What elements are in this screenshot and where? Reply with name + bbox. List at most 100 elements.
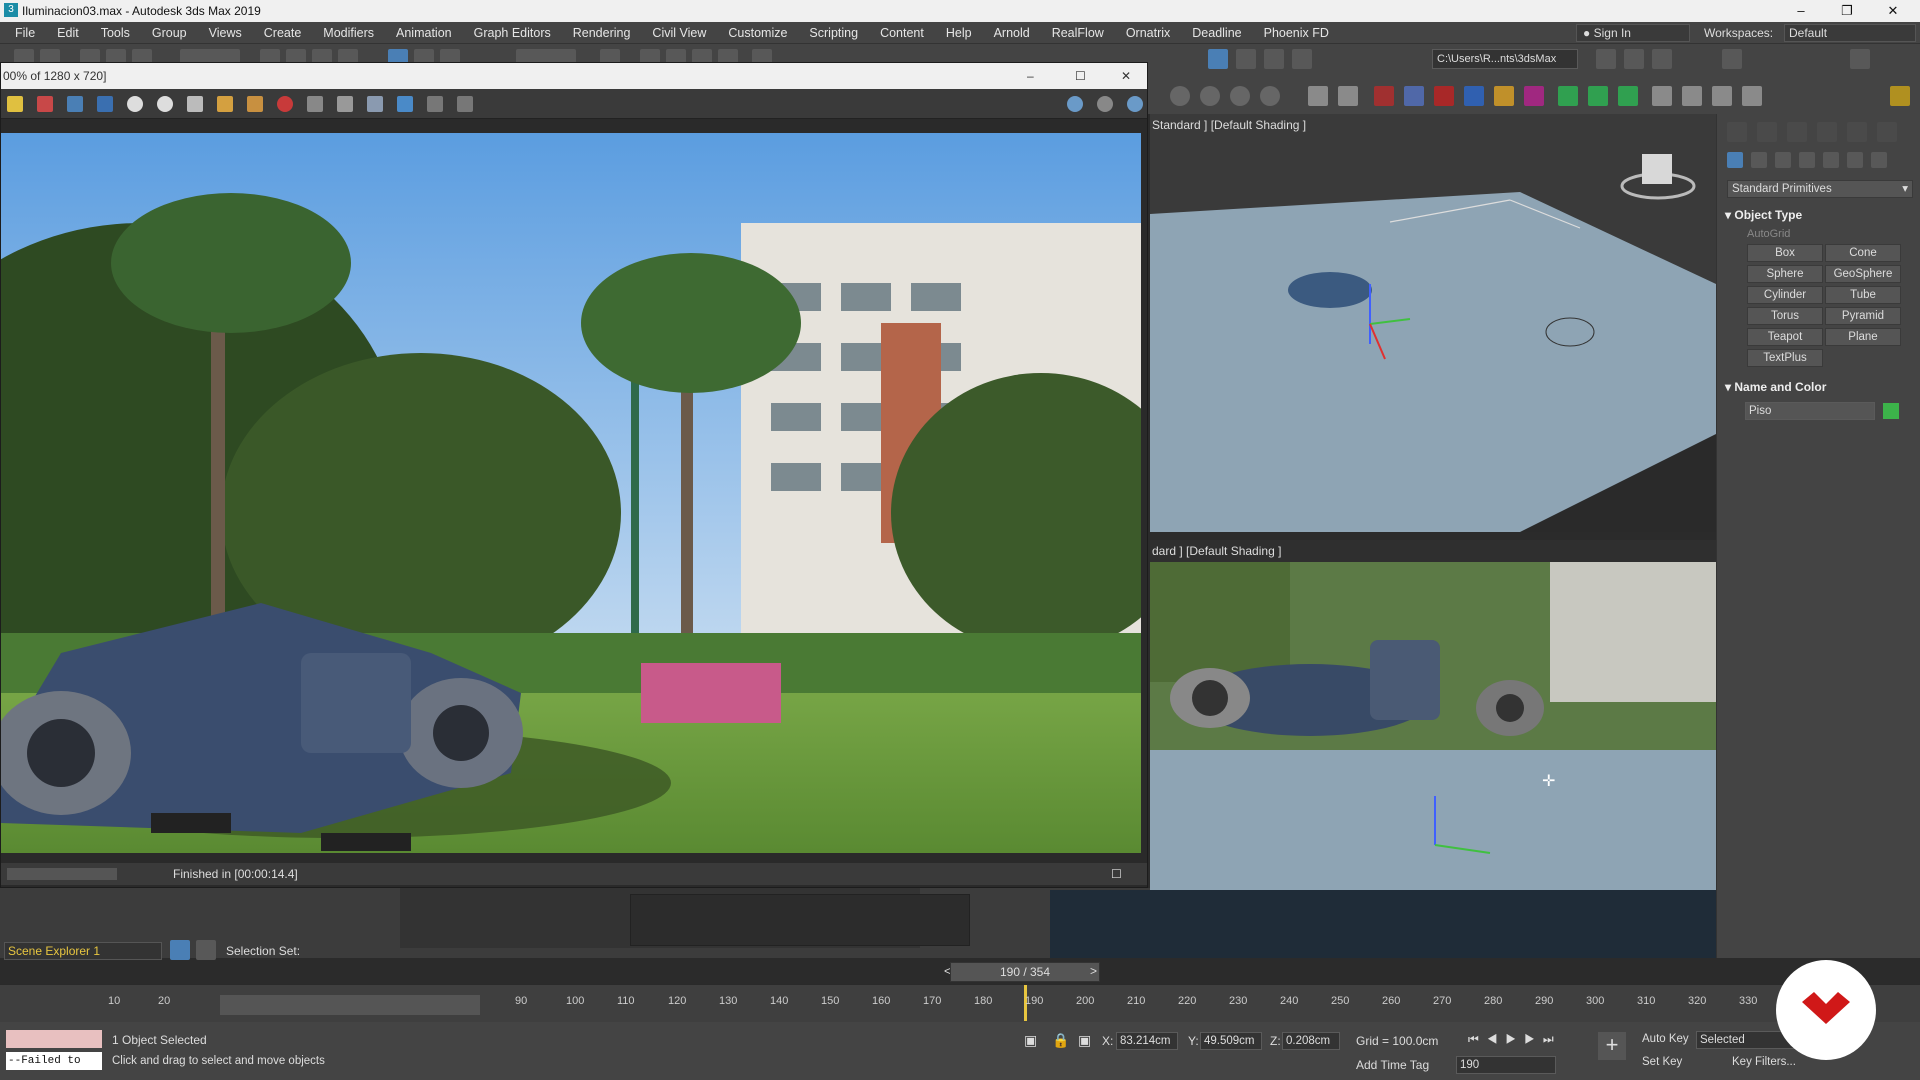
menu-content[interactable]: Content bbox=[869, 22, 935, 44]
z-coordinate-field[interactable]: 0.208cm bbox=[1282, 1032, 1340, 1050]
set-key-plus-icon[interactable]: + bbox=[1598, 1032, 1626, 1060]
name-color-rollout[interactable]: ▾ Name and Color bbox=[1725, 380, 1826, 394]
geometry-icon[interactable] bbox=[1727, 152, 1743, 168]
lens-effects-icon[interactable] bbox=[367, 96, 383, 112]
playback-controls[interactable]: ⏮◀▶▶⏭ bbox=[1468, 1032, 1562, 1047]
snap-toggle-icon[interactable] bbox=[1722, 49, 1742, 69]
list-icon[interactable] bbox=[196, 940, 216, 960]
vfb-icon[interactable] bbox=[397, 96, 413, 112]
sim-play-icon[interactable] bbox=[1652, 86, 1672, 106]
menu-help[interactable]: Help bbox=[935, 22, 983, 44]
isolate-icon[interactable]: ▣ bbox=[1024, 1032, 1037, 1049]
green-channel-icon[interactable] bbox=[67, 96, 83, 112]
pyramid-button[interactable]: Pyramid bbox=[1825, 307, 1901, 325]
viewport-perspective[interactable]: Standard ] [Default Shading ] bbox=[1150, 114, 1716, 532]
scene-explorer-dropdown[interactable]: Scene Explorer 1 bbox=[4, 942, 162, 960]
timeline-ruler[interactable]: 10 20 90 100 110 120 130 140 150 160 170 180 190 200 2… bbox=[0, 984, 1920, 1022]
viewcube[interactable] bbox=[1620, 154, 1696, 200]
frame-close-button[interactable]: ✕ bbox=[1121, 63, 1131, 89]
move-gizmo-icon[interactable] bbox=[1558, 86, 1578, 106]
category-dropdown[interactable]: Standard Primitives ▾ bbox=[1727, 180, 1913, 198]
flame-icon[interactable] bbox=[1434, 86, 1454, 106]
x-coordinate-field[interactable]: 83.214cm bbox=[1116, 1032, 1178, 1050]
alpha-channel-icon[interactable] bbox=[127, 96, 143, 112]
object-color-swatch[interactable] bbox=[1883, 403, 1899, 419]
y-coordinate-field[interactable]: 49.509cm bbox=[1200, 1032, 1262, 1050]
region-icon[interactable] bbox=[337, 96, 353, 112]
textplus-button[interactable]: TextPlus bbox=[1747, 349, 1823, 367]
frame-status-icons[interactable] bbox=[7, 868, 117, 880]
systems-icon[interactable] bbox=[1871, 152, 1887, 168]
frame-expand-icon[interactable]: ☐ bbox=[1111, 863, 1122, 885]
cone-button[interactable]: Cone bbox=[1825, 244, 1901, 262]
mono-icon[interactable] bbox=[157, 96, 173, 112]
viewport-label[interactable]: dard ] [Default Shading ] bbox=[1152, 544, 1281, 558]
cube-blue-icon[interactable] bbox=[1404, 86, 1424, 106]
current-frame-field[interactable]: 190 bbox=[1456, 1056, 1556, 1074]
menu-modifiers[interactable]: Modifiers bbox=[312, 22, 385, 44]
close-button[interactable]: ✕ bbox=[1870, 0, 1916, 22]
light-icon[interactable] bbox=[1890, 86, 1910, 106]
blue-channel-icon[interactable] bbox=[97, 96, 113, 112]
render-teapot-icon[interactable] bbox=[1067, 96, 1083, 112]
motion-tab-icon[interactable] bbox=[1817, 122, 1837, 142]
teapot-button[interactable]: Teapot bbox=[1747, 328, 1823, 346]
menu-arnold[interactable]: Arnold bbox=[983, 22, 1041, 44]
grid-sphere-icon[interactable] bbox=[1260, 86, 1280, 106]
half-sphere-icon[interactable] bbox=[1230, 86, 1250, 106]
globe-icon[interactable] bbox=[1170, 86, 1190, 106]
save-image-icon[interactable] bbox=[7, 96, 23, 112]
play-icon[interactable] bbox=[1308, 86, 1328, 106]
grid-green-icon[interactable] bbox=[1588, 86, 1608, 106]
spacewarps-icon[interactable] bbox=[1847, 152, 1863, 168]
menu-rendering[interactable]: Rendering bbox=[562, 22, 642, 44]
minimize-button[interactable]: – bbox=[1778, 0, 1824, 22]
menu-deadline[interactable]: Deadline bbox=[1181, 22, 1252, 44]
menu-realflow[interactable]: RealFlow bbox=[1041, 22, 1115, 44]
menu-tools[interactable]: Tools bbox=[90, 22, 141, 44]
sim-stop-icon[interactable] bbox=[1712, 86, 1732, 106]
rendered-frame-window-icon[interactable] bbox=[1236, 49, 1256, 69]
maxscript-listener[interactable] bbox=[6, 1030, 102, 1048]
maxscript-output[interactable]: --Failed to bbox=[6, 1052, 102, 1070]
hierarchy-tab-icon[interactable] bbox=[1787, 122, 1807, 142]
menu-graph-editors[interactable]: Graph Editors bbox=[463, 22, 562, 44]
interactive-render-icon[interactable] bbox=[1127, 96, 1143, 112]
cameras-icon[interactable] bbox=[1799, 152, 1815, 168]
stop-icon[interactable] bbox=[1338, 86, 1358, 106]
shapes-icon[interactable] bbox=[1751, 152, 1767, 168]
key-buttons[interactable] bbox=[220, 995, 480, 1015]
autogrid-checkbox[interactable]: AutoGrid bbox=[1747, 228, 1790, 240]
plane-button[interactable]: Plane bbox=[1825, 328, 1901, 346]
clear-icon[interactable] bbox=[277, 96, 293, 112]
trash-icon[interactable] bbox=[1742, 86, 1762, 106]
history-icon[interactable] bbox=[307, 96, 323, 112]
project-folder-icon[interactable] bbox=[1596, 49, 1616, 69]
open-folder-icon[interactable] bbox=[217, 96, 233, 112]
utilities-tab-icon[interactable] bbox=[1877, 122, 1897, 142]
torus-button[interactable]: Torus bbox=[1747, 307, 1823, 325]
red-channel-icon[interactable] bbox=[37, 96, 53, 112]
drop-icon[interactable] bbox=[1464, 86, 1484, 106]
render-production-icon[interactable] bbox=[1264, 49, 1284, 69]
viewport-label[interactable]: Standard ] [Default Shading ] bbox=[1152, 118, 1306, 132]
time-slider[interactable]: 190 / 354 bbox=[950, 962, 1100, 982]
menu-phoenix-fd[interactable]: Phoenix FD bbox=[1253, 22, 1340, 44]
layer-icon[interactable] bbox=[170, 940, 190, 960]
star-green-icon[interactable] bbox=[1618, 86, 1638, 106]
box-button[interactable]: Box bbox=[1747, 244, 1823, 262]
menu-views[interactable]: Views bbox=[198, 22, 253, 44]
create-tab-icon[interactable] bbox=[1727, 122, 1747, 142]
layer-explorer-icon[interactable] bbox=[1652, 49, 1672, 69]
absolute-mode-icon[interactable]: ▣ bbox=[1078, 1032, 1091, 1049]
geosphere-button[interactable]: GeoSphere bbox=[1825, 265, 1901, 283]
next-frame-arrow[interactable]: > bbox=[1090, 964, 1097, 978]
frame-minimize-button[interactable]: – bbox=[1027, 63, 1034, 89]
viewport-layout-icon[interactable] bbox=[1850, 49, 1870, 69]
lock-icon[interactable]: 🔒 bbox=[1052, 1032, 1069, 1049]
render-setup-icon[interactable] bbox=[1208, 49, 1228, 69]
burst-icon[interactable] bbox=[1494, 86, 1514, 106]
project-path-field[interactable]: C:\Users\R...nts\3dsMax bbox=[1432, 49, 1578, 69]
sign-in-button[interactable]: ● Sign In bbox=[1576, 24, 1690, 42]
particle-icon[interactable] bbox=[1524, 86, 1544, 106]
